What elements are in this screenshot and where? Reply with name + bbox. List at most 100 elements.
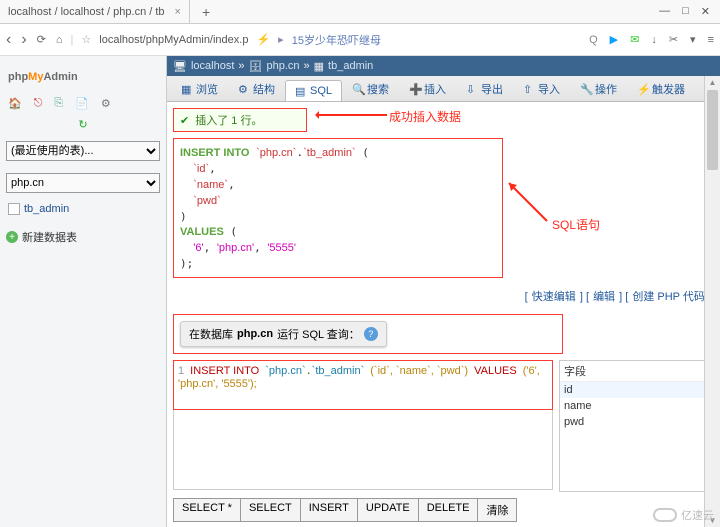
operations-icon: 🔧 [580,83,592,95]
tab-triggers[interactable]: ⚡触发器 [627,76,695,101]
table-tree-item[interactable]: tb_admin [8,203,158,215]
window-close-icon[interactable]: ✕ [701,5,710,18]
structure-icon: ⚙ [238,83,250,95]
browse-icon: ▦ [181,83,193,95]
settings-icon[interactable]: ⚙ [101,97,111,110]
tab-bar: ▦浏览 ⚙结构 ▤SQL 🔍搜索 ➕插入 ⇩导出 ⇧导入 🔧操作 ⚡触发器 [167,76,720,102]
search-icon[interactable]: Q [589,34,598,46]
tab-import[interactable]: ⇧导入 [513,76,570,101]
btn-clear[interactable]: 清除 [478,499,516,521]
flash-icon[interactable]: ⚡ [256,33,270,46]
extensions-icon[interactable]: ▾ [690,33,696,46]
tab-export[interactable]: ⇩导出 [456,76,513,101]
fields-header: 字段 [560,361,713,382]
tab-search[interactable]: 🔍搜索 [342,76,399,101]
new-tab-button[interactable]: + [190,4,222,20]
table-name: tb_admin [24,203,69,215]
chat-icon[interactable]: ✉ [630,33,639,46]
create-table-link[interactable]: + 新建数据表 [6,229,160,245]
sql-preview: INSERT INTO `php.cn`.`tb_admin` ( `id`, … [173,138,503,278]
scroll-up-icon[interactable]: ▲ [705,78,720,87]
table-icon [8,203,20,215]
tab-insert[interactable]: ➕插入 [399,76,456,101]
annotation-sql: SQL语句 [552,216,600,233]
logout-icon[interactable]: ⎋ [34,97,43,110]
btn-insert[interactable]: INSERT [301,499,358,521]
reload-icon[interactable]: ⟳ [37,33,46,46]
download-icon[interactable]: ↓ [651,34,657,46]
server-icon: 🖥 [173,60,187,73]
bookmark-star-icon[interactable]: ☆ [81,33,91,46]
quick-edit-link[interactable]: 快速编辑 [532,291,576,303]
tab-sql[interactable]: ▤SQL [285,80,342,101]
scrollbar[interactable]: ▲ ▼ [704,76,720,527]
close-tab-icon[interactable]: × [175,6,181,18]
tab-operations[interactable]: 🔧操作 [570,76,627,101]
docs-icon[interactable]: 📄 [75,97,89,110]
cut-icon[interactable]: ✂ [669,33,678,46]
textarea-spacer[interactable] [173,410,553,490]
browser-toolbar: ‹ › ⟳ ⌂ | ☆ localhost/phpMyAdmin/index.p… [0,24,720,56]
database-select[interactable]: php.cn [6,173,160,193]
plus-icon: + [6,231,18,243]
help-icon[interactable]: ? [364,327,378,341]
sidebar: phpMyAdmin 🏠 ⎋ ⎘ 📄 ⚙ ↻ (最近使用的表)... php.c… [0,56,167,527]
sql-icon: ▤ [295,85,307,97]
field-option[interactable]: id [560,382,713,398]
btn-delete[interactable]: DELETE [419,499,479,521]
success-message: ✔ 插入了 1 行。 [173,108,307,132]
menu-icon[interactable]: ≡ [708,34,714,46]
check-icon: ✔ [180,114,189,127]
annotation-arrow-2 [507,181,552,226]
server-crumb[interactable]: localhost [191,60,234,72]
cloud-icon [653,508,677,522]
annotation-arrow [317,114,387,116]
back-icon[interactable]: ‹ [6,31,11,49]
sql-buttons: SELECT * SELECT INSERT UPDATE DELETE 清除 [173,498,517,522]
db-icon: 🗄 [249,60,263,73]
fields-list[interactable]: 字段 id name pwd [559,360,714,492]
db-crumb[interactable]: php.cn [266,60,299,72]
search-icon: 🔍 [352,83,364,95]
table-icon: ▦ [314,60,324,73]
annotation-success: 成功插入数据 [389,108,461,125]
recent-tables-select[interactable]: (最近使用的表)... [6,141,160,161]
home-icon[interactable]: ⌂ [56,34,63,46]
btn-update[interactable]: UPDATE [358,499,419,521]
table-crumb[interactable]: tb_admin [328,60,373,72]
main-panel: 🖥 localhost » 🗄 php.cn » ▦ tb_admin ▦浏览 … [167,56,720,527]
tab-structure[interactable]: ⚙结构 [228,76,285,101]
btn-select-all[interactable]: SELECT * [174,499,241,521]
sql-textarea[interactable]: 1 INSERT INTO `php.cn`.`tb_admin` (`id`,… [173,360,553,410]
field-option[interactable]: pwd [560,414,713,430]
query-header: 在数据库 php.cn 运行 SQL 查询： ? [180,321,387,347]
tab-browse[interactable]: ▦浏览 [171,76,228,101]
triggers-icon: ⚡ [637,83,649,95]
forward-icon[interactable]: › [21,31,26,49]
query-box: 在数据库 php.cn 运行 SQL 查询： ? [173,314,563,354]
field-option[interactable]: name [560,398,713,414]
phpmyadmin-logo: phpMyAdmin [6,62,160,93]
reload-nav-icon[interactable]: ↻ [78,118,87,131]
action-links: [ 快速编辑 ] [ 编辑 ] [ 创建 PHP 代码 ] [167,284,720,308]
btn-select[interactable]: SELECT [241,499,301,521]
export-icon: ⇩ [466,83,478,95]
browser-titlebar: localhost / localhost / php.cn / tb × + … [0,0,720,24]
watermark: 亿速云 [653,507,714,523]
home-icon[interactable]: 🏠 [8,97,22,110]
window-minimize-icon[interactable]: — [659,5,670,18]
window-maximize-icon[interactable]: □ [682,5,689,18]
play-icon[interactable]: ▶ [610,33,618,46]
insert-icon: ➕ [409,83,421,95]
breadcrumb: 🖥 localhost » 🗄 php.cn » ▦ tb_admin [167,56,720,76]
scroll-thumb[interactable] [707,90,718,170]
crumb-arrow-icon: ▸ [278,33,284,46]
tab-title: localhost / localhost / php.cn / tb [8,6,165,18]
browser-tab[interactable]: localhost / localhost / php.cn / tb × [0,0,190,23]
create-php-link[interactable]: 创建 PHP 代码 [632,291,705,303]
news-link[interactable]: 15岁少年恐吓继母 [292,32,381,48]
url-text[interactable]: localhost/phpMyAdmin/index.p [99,34,248,46]
edit-link[interactable]: 编辑 [593,291,615,303]
query-window-icon[interactable]: ⎘ [54,97,63,110]
import-icon: ⇧ [523,83,535,95]
